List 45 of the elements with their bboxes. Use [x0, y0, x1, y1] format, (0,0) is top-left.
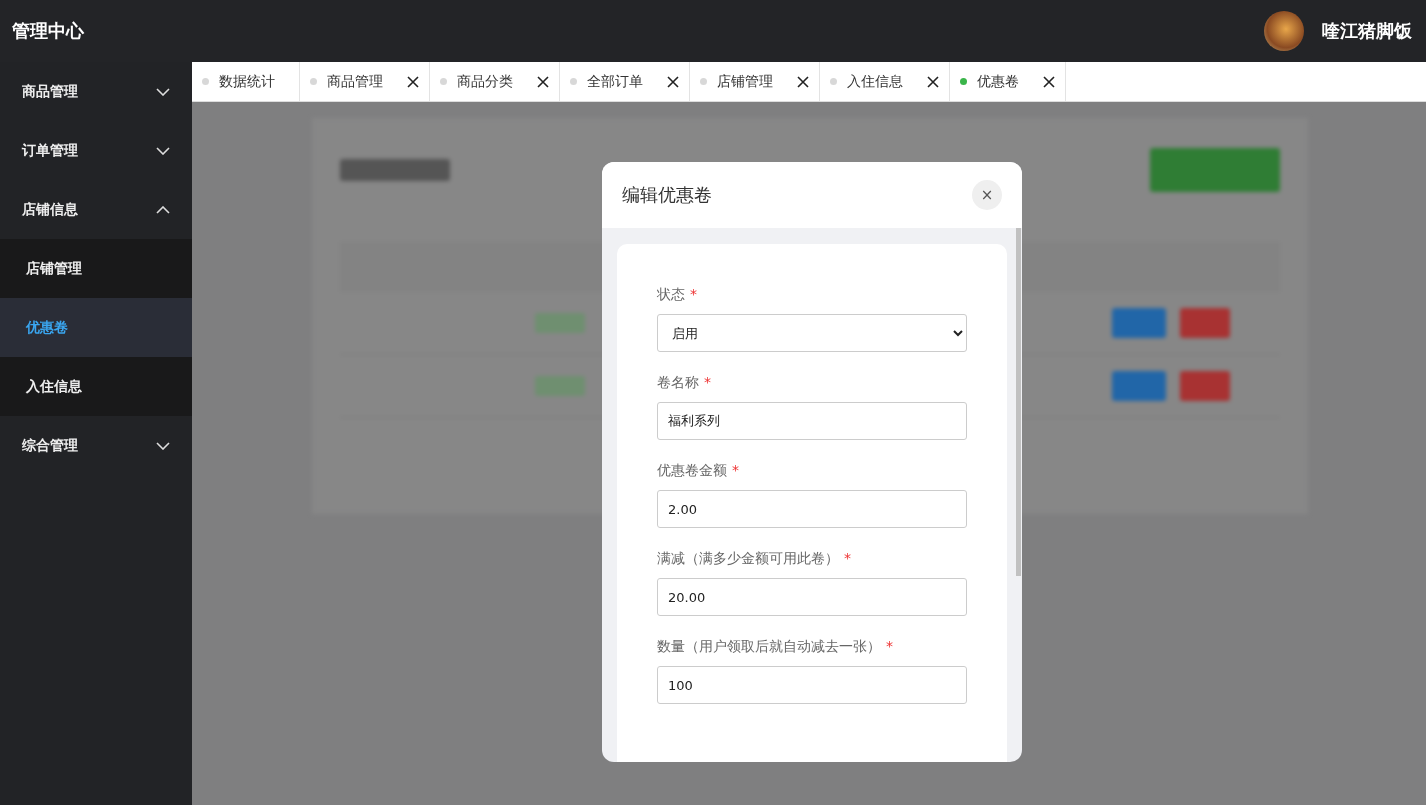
required-mark: * — [886, 638, 893, 656]
sidebar-item[interactable]: 优惠卷 — [0, 298, 192, 357]
avatar-photo[interactable] — [1264, 11, 1304, 51]
tab[interactable]: 商品分类 — [457, 72, 527, 91]
close-icon[interactable] — [797, 75, 809, 88]
close-icon[interactable] — [407, 75, 419, 88]
input-field[interactable]: 20.00 — [657, 578, 967, 616]
sidebar-item[interactable]: 店铺管理 — [0, 239, 192, 298]
field-label: 优惠卷金额 — [657, 462, 727, 480]
sidebar-group[interactable]: 商品管理 — [0, 62, 192, 121]
field-label: 数量（用户领取后就自动减去一张） — [657, 638, 881, 656]
tab[interactable]: 全部订单 — [587, 72, 657, 91]
field-label: 满减（满多少金额可用此卷） — [657, 550, 839, 568]
input-field[interactable]: 100 — [657, 666, 967, 704]
required-mark: * — [704, 374, 711, 392]
app-title: 管理中心 — [12, 19, 84, 43]
required-mark: * — [732, 462, 739, 480]
close-icon[interactable] — [537, 75, 549, 88]
required-mark: * — [844, 550, 851, 568]
close-button[interactable]: × — [972, 180, 1002, 210]
user-name: 喹江猪脚饭 — [1322, 19, 1412, 43]
scrollbar[interactable] — [1016, 228, 1021, 576]
dialog-title: 编辑优惠卷 — [622, 183, 712, 207]
chevron-down-icon — [156, 146, 170, 155]
input-field[interactable]: 2.00 — [657, 490, 967, 528]
field-label: 状态 — [657, 286, 685, 304]
sidebar-group[interactable]: 订单管理 — [0, 121, 192, 180]
close-icon[interactable] — [1043, 75, 1055, 88]
close-icon[interactable] — [667, 75, 679, 88]
tab[interactable]: 优惠卷 — [977, 72, 1033, 91]
sidebar-group[interactable]: 综合管理 — [0, 416, 192, 475]
chevron-down-icon — [156, 441, 170, 450]
input-field[interactable]: 福利系列 — [657, 402, 967, 440]
sidebar-group[interactable]: 店铺信息 — [0, 180, 192, 239]
field-label: 卷名称 — [657, 374, 699, 392]
sidebar-item[interactable]: 入住信息 — [0, 357, 192, 416]
status-select[interactable]: 启用 — [657, 314, 967, 352]
tab[interactable]: 入住信息 — [847, 72, 917, 91]
chevron-up-icon — [156, 205, 170, 214]
tab[interactable]: 店铺管理 — [717, 72, 787, 91]
tab[interactable]: 商品管理 — [327, 72, 397, 91]
chevron-down-icon — [156, 87, 170, 96]
tab[interactable]: 数据统计 — [219, 72, 289, 91]
close-icon[interactable] — [927, 75, 939, 88]
required-mark: * — [690, 286, 697, 304]
